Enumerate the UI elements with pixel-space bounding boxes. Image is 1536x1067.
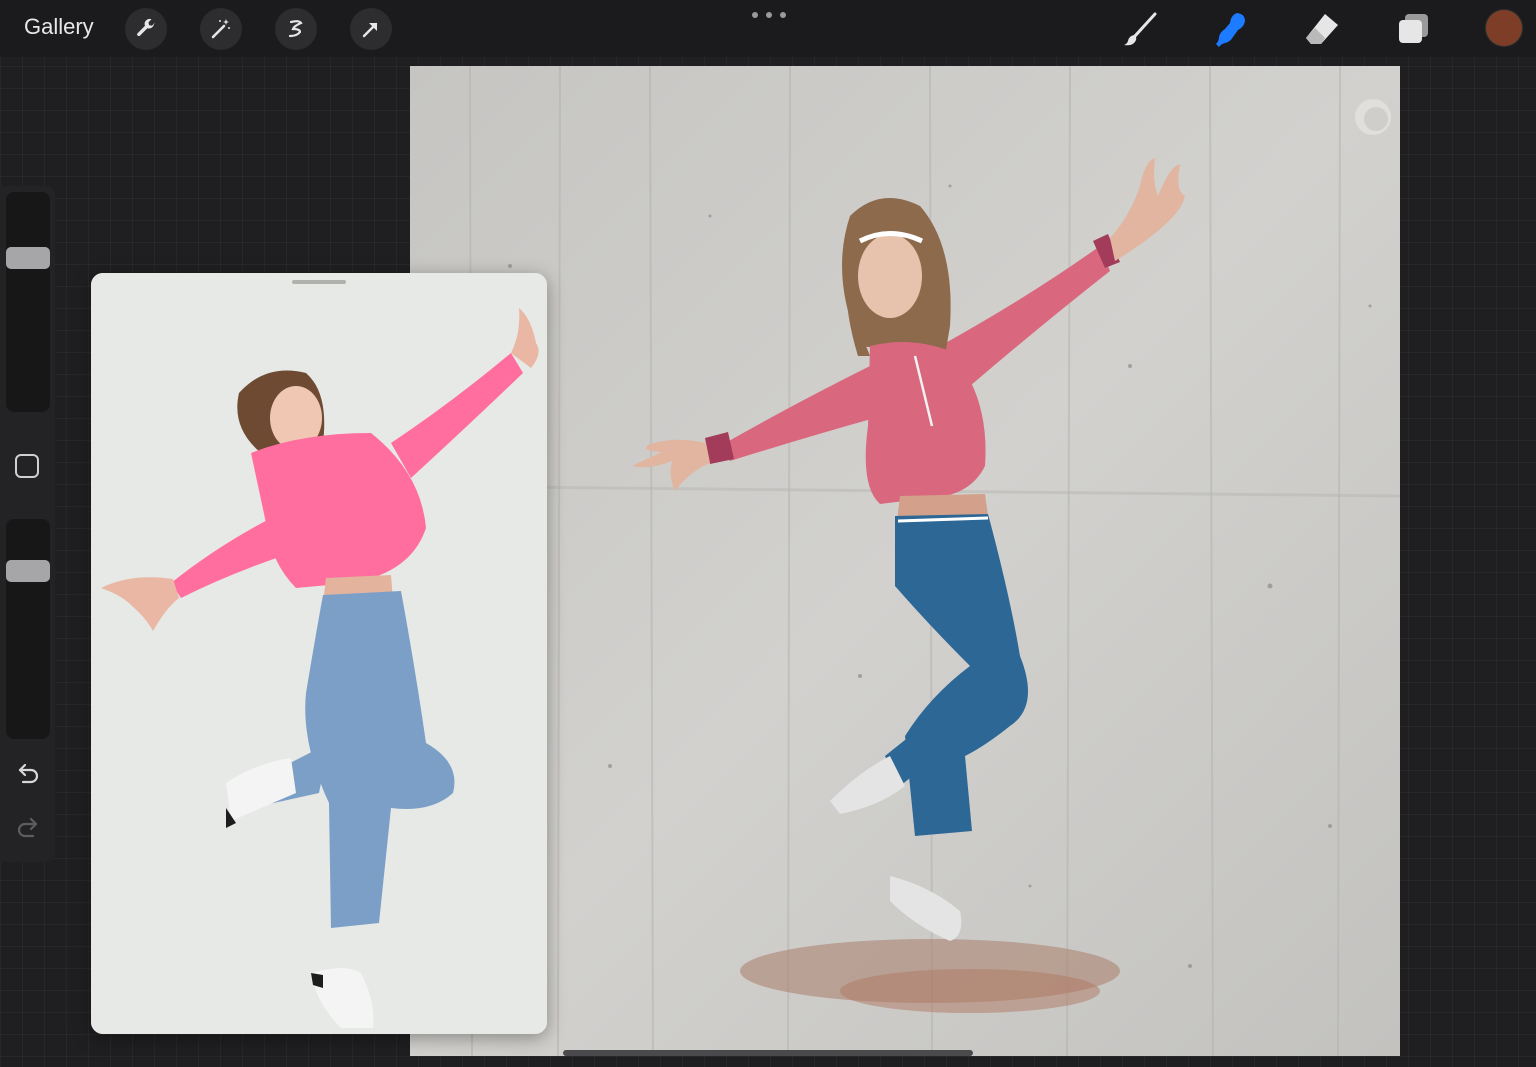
opacity-slider[interactable] [6, 519, 50, 739]
brush-size-slider-thumb[interactable] [6, 247, 50, 269]
canvas-scroll-indicator [563, 1050, 973, 1056]
opacity-slider-thumb[interactable] [6, 560, 50, 582]
top-toolbar: Gallery [0, 0, 1536, 57]
brush-tool-button[interactable] [1120, 9, 1160, 49]
color-picker-button[interactable] [1486, 10, 1522, 46]
wrench-icon [137, 18, 155, 37]
selection-icon [288, 20, 303, 38]
actions-button[interactable] [125, 8, 167, 50]
smudge-tool-button[interactable] [1210, 9, 1250, 49]
transform-arrow-icon [362, 22, 378, 38]
layers-icon [1399, 14, 1428, 43]
smudge-icon [1216, 13, 1245, 47]
eraser-icon [1306, 14, 1338, 44]
reference-photo [91, 273, 547, 1034]
selection-button[interactable] [275, 8, 317, 50]
redo-icon[interactable] [14, 814, 42, 842]
transform-button[interactable] [350, 8, 392, 50]
canvas-illustration [410, 66, 1400, 1056]
undo-icon[interactable] [14, 760, 42, 788]
brush-icon [1124, 12, 1157, 46]
drawing-canvas[interactable] [410, 66, 1400, 1056]
magic-wand-icon [211, 19, 230, 39]
side-toolbar [0, 186, 55, 862]
modify-button[interactable] [15, 454, 39, 478]
reference-window[interactable] [91, 273, 547, 1034]
gallery-button[interactable]: Gallery [24, 14, 94, 40]
adjustments-button[interactable] [200, 8, 242, 50]
reference-drag-handle[interactable] [292, 280, 346, 284]
brush-size-slider[interactable] [6, 192, 50, 412]
eraser-tool-button[interactable] [1302, 9, 1342, 49]
more-options-icon[interactable] [752, 8, 786, 22]
layers-button[interactable] [1393, 9, 1433, 49]
